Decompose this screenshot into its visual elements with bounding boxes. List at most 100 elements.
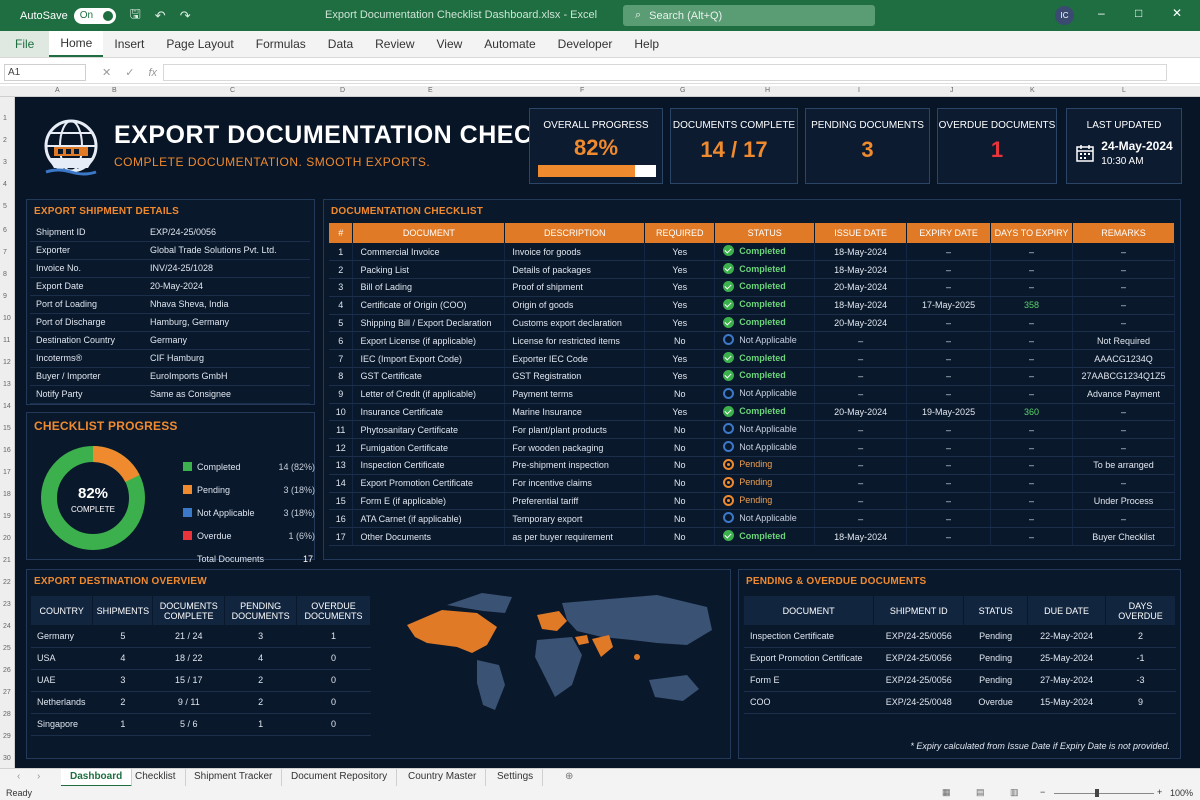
checklist-value: Details of packages	[512, 264, 591, 275]
checklist-value: –	[858, 335, 864, 346]
search-box[interactable]: ⌕ Search (Alt+Q)	[623, 5, 875, 26]
tab-automate[interactable]: Automate	[473, 31, 546, 57]
checklist-cell: AAACG1234Q	[1072, 349, 1176, 369]
tab-insert[interactable]: Insert	[103, 31, 155, 57]
undo-icon[interactable]: ↶	[155, 8, 166, 24]
checklist-value: To be arranged	[1093, 460, 1154, 471]
zoom-level[interactable]: 100%	[1170, 788, 1193, 798]
checklist-value: –	[1028, 264, 1034, 275]
checklist-value: –	[1028, 389, 1034, 400]
avatar[interactable]: IC	[1055, 6, 1074, 25]
save-icon[interactable]: 🖫	[130, 5, 141, 27]
tab-developer[interactable]: Developer	[547, 31, 624, 57]
tab-view[interactable]: View	[426, 31, 474, 57]
checklist-cell: Yes	[644, 243, 716, 262]
sheet-tab-shipment-tracker[interactable]: Shipment Tracker	[185, 769, 283, 787]
status-icon	[723, 530, 735, 542]
pending-overdue-cell: EXP/24-25/0056	[873, 625, 964, 648]
sheet-tab-dashboard[interactable]: Dashboard	[61, 769, 133, 787]
checklist-value: No	[673, 496, 686, 507]
checklist-cell: No	[644, 456, 716, 475]
prev-sheet-icon[interactable]: ‹	[8, 769, 29, 787]
checklist-value: –	[946, 318, 952, 329]
checklist-cell: 18-May-2024	[814, 243, 908, 262]
kpi-label: DOCUMENTS COMPLETE	[672, 120, 796, 131]
checklist-value: Yes	[672, 282, 688, 293]
checklist-header-cell: DOCUMENT	[352, 223, 506, 243]
checklist-cell: Details of packages	[504, 260, 646, 280]
formula-input[interactable]	[163, 64, 1167, 81]
fx-icon[interactable]: fx	[148, 67, 157, 79]
pending-overdue-cell: 2	[1105, 625, 1176, 648]
map-australia	[649, 675, 699, 701]
checklist-value: –	[946, 246, 952, 257]
checklist-cell: –	[1072, 243, 1176, 262]
checklist-cell: 3	[329, 278, 354, 297]
sheet-tab-settings[interactable]: Settings	[488, 769, 544, 787]
checklist-cell: as per buyer requirement	[504, 527, 646, 547]
checklist-cell: Completed	[714, 367, 816, 386]
tab-file[interactable]: File	[0, 31, 50, 57]
sheet-tab-document-repository[interactable]: Document Repository	[282, 769, 398, 787]
sheet-tab-country-master[interactable]: Country Master	[399, 769, 487, 787]
zoom-in-icon[interactable]: +	[1157, 787, 1162, 797]
destination-row: Netherlands 2 9 / 11 2 0	[31, 691, 371, 714]
zoom-slider-handle[interactable]	[1095, 789, 1099, 797]
pending-overdue-header-cell: STATUS	[963, 596, 1029, 625]
redo-icon[interactable]: ↷	[180, 8, 191, 24]
pending-overdue-cell: COO	[744, 691, 874, 714]
zoom-slider[interactable]	[1054, 793, 1154, 794]
tab-home[interactable]: Home	[49, 31, 104, 57]
sheet-tab-checklist[interactable]: Checklist	[126, 769, 186, 787]
destination-header-cell: SHIPMENTS	[92, 596, 154, 625]
pending-overdue-cell: Form E	[744, 669, 874, 692]
shipment-details-table: Shipment ID EXP/24-25/0056 Exporter Global …	[30, 223, 310, 404]
page-break-icon[interactable]: ▥	[1010, 787, 1019, 798]
checklist-cell: Completed	[714, 403, 816, 422]
pending-overdue-cell: EXP/24-25/0056	[873, 647, 964, 670]
close-icon[interactable]: ✕	[1172, 6, 1182, 20]
checklist-cell: No	[644, 492, 716, 511]
checklist-value: –	[946, 478, 952, 489]
destination-cell: 4	[224, 647, 297, 670]
tab-help[interactable]: Help	[623, 31, 670, 57]
tab-formulas[interactable]: Formulas	[245, 31, 317, 57]
status-icon	[723, 512, 735, 524]
tab-data[interactable]: Data	[317, 31, 364, 57]
destination-cell: 1	[224, 713, 297, 736]
status-text: Completed	[739, 317, 786, 328]
checklist-cell: Exporter IEC Code	[504, 349, 646, 369]
minimize-icon[interactable]: –	[1098, 6, 1105, 20]
maximize-icon[interactable]: □	[1135, 6, 1142, 20]
checklist-value: 20-May-2024	[834, 407, 888, 418]
legend-item: Not Applicable 3 (18%)	[183, 501, 315, 524]
pending-overdue-cell: Pending	[963, 625, 1028, 648]
donut-center-label: COMPLETE	[71, 505, 115, 514]
add-sheet-icon[interactable]: ⊕	[556, 769, 582, 787]
checklist-value: –	[858, 424, 864, 435]
kpi-label: LAST UPDATED	[1086, 120, 1162, 131]
normal-view-icon[interactable]: ▦	[942, 787, 951, 798]
destination-cell: 0	[296, 647, 371, 670]
kpi-overdue-documents: OVERDUE DOCUMENTS 1	[937, 108, 1057, 184]
tab-page-layout[interactable]: Page Layout	[155, 31, 244, 57]
name-box[interactable]: A1	[4, 64, 86, 81]
page-layout-icon[interactable]: ▤	[976, 787, 985, 798]
status-indicator: Not Applicable	[723, 334, 797, 346]
legend-value: 3 (18%)	[283, 507, 315, 518]
pending-overdue-cell: 25-May-2024	[1027, 647, 1106, 670]
autosave-toggle[interactable]: On	[73, 7, 116, 24]
checklist-value: Other Documents	[360, 531, 431, 542]
checklist-cell: 18-May-2024	[814, 296, 908, 315]
checklist-value: 8	[338, 371, 344, 382]
checklist-cell: Yes	[644, 349, 716, 369]
zoom-out-icon[interactable]: −	[1040, 787, 1045, 797]
checklist-cell: –	[990, 260, 1073, 280]
checklist-cell: –	[814, 474, 908, 493]
checklist-cell: 11	[329, 420, 354, 440]
tab-review[interactable]: Review	[364, 31, 425, 57]
next-sheet-icon[interactable]: ›	[28, 769, 49, 787]
checklist-cell: 18-May-2024	[814, 260, 908, 280]
checklist-cell: No	[644, 474, 716, 493]
status-indicator: Completed	[723, 280, 786, 292]
